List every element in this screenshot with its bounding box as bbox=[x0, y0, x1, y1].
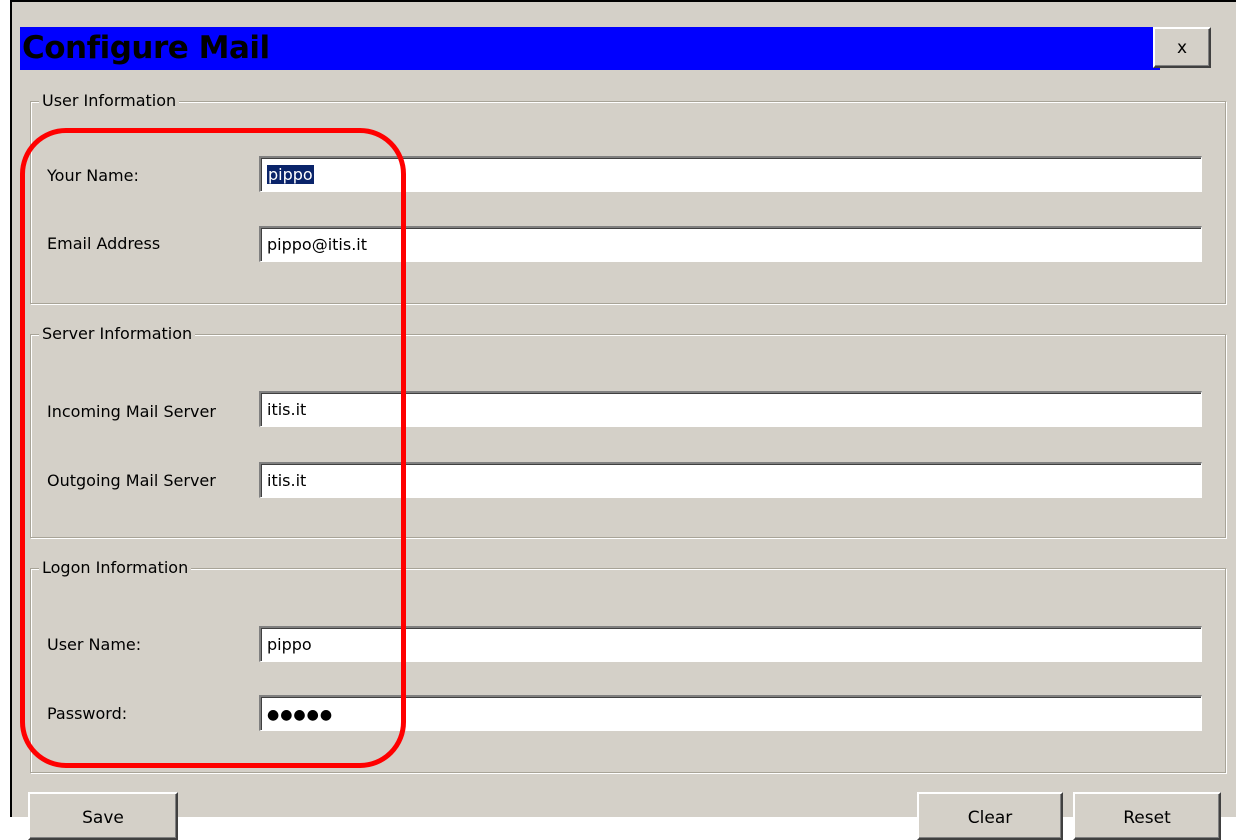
clear-button-label: Clear bbox=[967, 808, 1013, 828]
save-button[interactable]: Save bbox=[28, 792, 178, 840]
server-information-group: Server Information bbox=[30, 323, 1226, 538]
incoming-mail-server-label: Incoming Mail Server bbox=[47, 402, 216, 421]
user-information-group: User Information bbox=[30, 90, 1226, 304]
user-name-label: User Name: bbox=[47, 635, 142, 654]
your-name-value: pippo bbox=[267, 165, 314, 184]
close-icon: x bbox=[1176, 37, 1188, 58]
clear-button[interactable]: Clear bbox=[917, 792, 1063, 840]
outgoing-mail-server-label: Outgoing Mail Server bbox=[47, 471, 216, 490]
incoming-mail-server-field[interactable]: itis.it bbox=[259, 391, 1202, 427]
password-masked-value: ●●●●● bbox=[267, 707, 334, 723]
password-field[interactable]: ●●●●● bbox=[259, 695, 1202, 731]
reset-button-label: Reset bbox=[1123, 808, 1171, 828]
reset-button[interactable]: Reset bbox=[1073, 792, 1221, 840]
server-information-legend: Server Information bbox=[39, 323, 196, 345]
your-name-label: Your Name: bbox=[47, 166, 139, 185]
email-address-label: Email Address bbox=[47, 234, 161, 253]
user-information-legend: User Information bbox=[39, 90, 180, 112]
outgoing-mail-server-field[interactable]: itis.it bbox=[259, 462, 1202, 498]
window-title: Configure Mail bbox=[22, 30, 270, 66]
close-button[interactable]: x bbox=[1153, 27, 1211, 68]
logon-information-legend: Logon Information bbox=[39, 557, 192, 579]
password-label: Password: bbox=[47, 704, 128, 723]
logon-information-group: Logon Information bbox=[30, 557, 1226, 773]
email-address-field[interactable]: pippo@itis.it bbox=[259, 226, 1202, 262]
title-bar: Configure Mail bbox=[20, 27, 1160, 70]
your-name-field[interactable]: pippo bbox=[259, 156, 1202, 192]
save-button-label: Save bbox=[82, 808, 124, 828]
user-name-field[interactable]: pippo bbox=[259, 626, 1202, 662]
